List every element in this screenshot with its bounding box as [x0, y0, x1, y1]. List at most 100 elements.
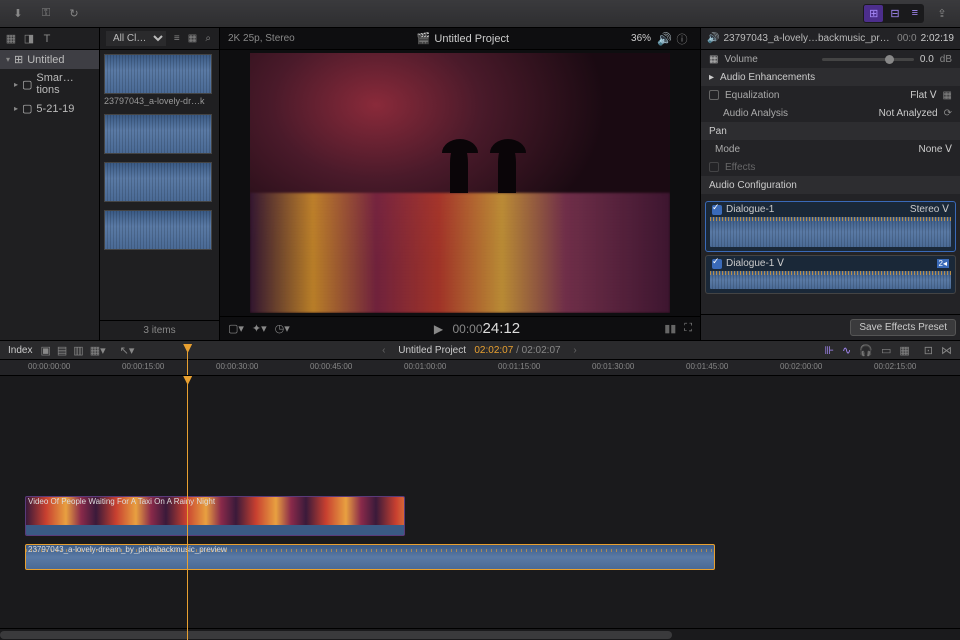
- eq-label: Equalization: [725, 90, 904, 101]
- lib-label: Smar…tions: [36, 72, 93, 96]
- playhead[interactable]: [187, 344, 188, 375]
- next-icon[interactable]: ›: [573, 345, 576, 356]
- transform-menu[interactable]: ✦▾: [252, 322, 267, 335]
- viewer-settings-icon[interactable]: ⓘ: [672, 30, 692, 48]
- timeline-view-icons: ▣ ▤ ▥ ▦▾ ↖▾: [40, 344, 134, 357]
- inspector-filename: 23797043_a-lovely…backmusic_preview: [723, 33, 893, 44]
- retime-menu[interactable]: ◷▾: [275, 322, 290, 335]
- zoom-level[interactable]: 36%: [631, 33, 651, 44]
- effects-label: Effects: [725, 162, 952, 173]
- browser-filter-select[interactable]: All Cl…: [106, 31, 166, 46]
- inspector-duration: 2:02:19: [921, 33, 954, 44]
- tl-solo-icon[interactable]: ▭: [881, 344, 891, 357]
- pointer-tool[interactable]: ↖▾: [120, 344, 135, 357]
- reflection: [250, 193, 670, 313]
- tl-view-3[interactable]: ▥: [73, 344, 83, 357]
- app-toolbar: ⬇ ⚿ ↻ ⊞ ⊟ ≡ ⇪: [0, 0, 960, 28]
- lib-item-date[interactable]: ▸ ▢ 5-21-19: [0, 99, 99, 118]
- viewer-canvas-wrap: [220, 50, 700, 316]
- view-menu[interactable]: ▢▾: [228, 322, 244, 335]
- timeline-time-current: 02:02:07: [474, 345, 513, 356]
- video-clip[interactable]: Video Of People Waiting For A Taxi On A …: [25, 496, 405, 536]
- tl-view-1[interactable]: ▣: [40, 344, 50, 357]
- grid-view-icon[interactable]: ▦: [188, 30, 198, 48]
- skimmer-icon[interactable]: ▮▮: [664, 322, 676, 335]
- timeline-ruler[interactable]: 00:00:00:0000:00:15:0000:00:30:0000:00:4…: [0, 360, 960, 376]
- scrollbar-thumb[interactable]: [0, 631, 672, 639]
- effects-row[interactable]: Effects: [701, 158, 960, 176]
- lib-icon-clips[interactable]: ▦: [4, 30, 18, 48]
- index-button[interactable]: Index: [8, 345, 32, 356]
- tab-inspector-mode[interactable]: ≡: [907, 5, 923, 22]
- audio-tab-icon[interactable]: 🔊: [707, 33, 719, 44]
- tab-timeline-mode[interactable]: ⊟: [885, 5, 904, 22]
- inspector-panel: 🔊 23797043_a-lovely…backmusic_preview 00…: [700, 28, 960, 340]
- timeline-time-total: 02:02:07: [522, 345, 561, 356]
- mode-value[interactable]: None ᐯ: [918, 144, 952, 155]
- eq-checkbox[interactable]: [709, 90, 719, 100]
- video-canvas[interactable]: [250, 53, 670, 313]
- clip-thumbnail[interactable]: [104, 114, 215, 154]
- dialogue-channel-2[interactable]: Dialogue-1 ᐯ 2◂: [705, 255, 956, 294]
- prev-icon[interactable]: ‹: [382, 345, 385, 356]
- audio-clip[interactable]: 23797043_a-lovely-dream_by_pickabackmusi…: [25, 544, 715, 570]
- folder-icon: ▢: [22, 78, 32, 91]
- tl-audio-icon[interactable]: 🎧: [859, 344, 873, 357]
- lib-icon-media[interactable]: ◨: [22, 30, 36, 48]
- dialogue-checkbox[interactable]: [712, 205, 722, 215]
- workspace-tabs[interactable]: ⊞ ⊟ ≡: [863, 4, 924, 23]
- tl-snap-icon[interactable]: ⊪: [824, 344, 834, 357]
- format-label: 2K 25p, Stereo: [228, 33, 295, 44]
- config-header[interactable]: Audio Configuration: [701, 176, 960, 194]
- lib-item-untitled[interactable]: ▾ ⊞ Untitled: [0, 50, 99, 69]
- tl-view-4[interactable]: ▦▾: [90, 344, 106, 357]
- timeline-body[interactable]: Video Of People Waiting For A Taxi On A …: [0, 376, 960, 640]
- play-icon[interactable]: ▶: [434, 322, 443, 336]
- fullscreen-icon[interactable]: ⛶: [684, 322, 692, 335]
- timeline-scrollbar[interactable]: [0, 628, 960, 640]
- tl-render-icon[interactable]: ▦: [899, 344, 909, 357]
- clapperboard-icon: 🎬: [417, 32, 431, 45]
- save-preset-button[interactable]: Save Effects Preset: [850, 319, 956, 336]
- audio-config-section: Dialogue-1 Stereo ᐯ Dialogue-1 ᐯ 2◂: [701, 194, 960, 301]
- dialogue-checkbox[interactable]: [712, 259, 722, 269]
- dialogue-type-select[interactable]: Stereo ᐯ: [910, 204, 949, 215]
- search-icon[interactable]: ⌕: [203, 30, 213, 48]
- dialogue-channel-1[interactable]: Dialogue-1 Stereo ᐯ: [705, 201, 956, 252]
- chevron-right-icon: ▸: [14, 104, 18, 113]
- lib-event-icon: ⊞: [14, 53, 23, 66]
- tc-main: 24:12: [483, 320, 521, 337]
- lib-label: 5-21-19: [36, 103, 74, 115]
- dialogue-name: Dialogue-1: [726, 204, 906, 215]
- chevron-right-icon: ▸: [14, 80, 18, 89]
- tl-tool-2[interactable]: ⋈: [941, 344, 952, 357]
- keyword-button[interactable]: ⚿: [36, 5, 56, 23]
- ruler-tick: 00:00:30:00: [216, 362, 258, 371]
- eq-editor-icon[interactable]: ▦: [943, 90, 952, 101]
- lib-icon-titles[interactable]: T: [40, 30, 54, 48]
- inspector-footer: Save Effects Preset: [701, 314, 960, 340]
- share-button[interactable]: ⇪: [932, 5, 952, 23]
- analysis-refresh-icon[interactable]: ⟳: [944, 108, 952, 119]
- pan-label: Pan: [709, 126, 727, 137]
- clip-thumbnail[interactable]: 23797043_a-lovely-dr…k: [104, 54, 215, 106]
- clip-thumbnail[interactable]: [104, 162, 215, 202]
- mode-row: Mode None ᐯ: [701, 140, 960, 158]
- tl-tool-1[interactable]: ⊡: [924, 344, 933, 357]
- enhance-header[interactable]: ▸ Audio Enhancements: [701, 68, 960, 86]
- volume-slider[interactable]: [822, 58, 914, 61]
- clip-thumbnail[interactable]: [104, 210, 215, 250]
- refresh-button[interactable]: ↻: [64, 5, 84, 23]
- effects-checkbox[interactable]: [709, 162, 719, 172]
- tl-view-2[interactable]: ▤: [57, 344, 67, 357]
- timeline-header: Index ▣ ▤ ▥ ▦▾ ↖▾ ‹ Untitled Project 02:…: [0, 340, 960, 360]
- import-button[interactable]: ⬇: [8, 5, 28, 23]
- volume-icon[interactable]: 🔊: [657, 32, 672, 46]
- lib-item-smart[interactable]: ▸ ▢ Smar…tions: [0, 69, 99, 99]
- eq-value[interactable]: Flat ᐯ: [910, 90, 936, 101]
- tl-skim-icon[interactable]: ∿: [842, 344, 851, 357]
- tab-browser[interactable]: ⊞: [864, 5, 883, 22]
- pan-header[interactable]: Pan: [701, 122, 960, 140]
- playhead-line[interactable]: [187, 376, 188, 640]
- list-view-icon[interactable]: ≡: [172, 30, 182, 48]
